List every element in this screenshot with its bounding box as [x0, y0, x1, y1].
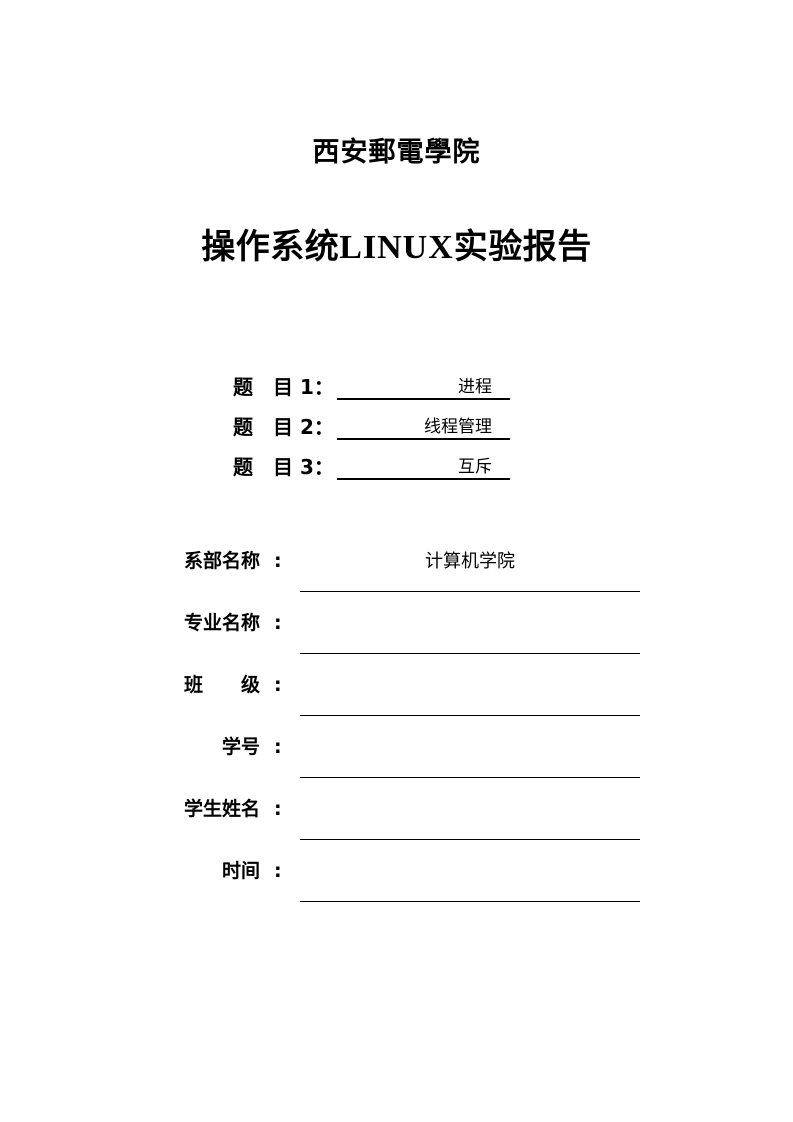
info-row-date: 时间 :	[0, 855, 793, 917]
info-colon-student-id: :	[274, 736, 282, 758]
info-colon-major: :	[274, 612, 282, 634]
info-rule-major	[300, 653, 640, 654]
info-row-department: 系部名称 : 计算机学院	[0, 545, 793, 607]
topic-row: 题 目 2： 线程管理	[0, 412, 793, 452]
topic-value-1[interactable]: 进程	[337, 374, 510, 400]
info-row-class: 班 级 :	[0, 669, 793, 731]
topic-row: 题 目 3： 互斥	[0, 452, 793, 492]
info-row-major: 专业名称 :	[0, 607, 793, 669]
info-rule-class	[300, 715, 640, 716]
info-rule-date	[300, 901, 640, 902]
info-colon-student-name: :	[274, 798, 282, 820]
report-title-heading: 操作系统LINUX实验报告	[0, 225, 793, 270]
topic-label-3: 题 目 3：	[233, 455, 334, 479]
topic-value-2[interactable]: 线程管理	[337, 414, 510, 440]
report-title-latin: LINUX	[339, 229, 454, 266]
info-label-student-id: 学号	[221, 736, 260, 758]
report-title-suffix: 实验报告	[453, 227, 592, 267]
info-colon-department: :	[274, 550, 282, 572]
info-label-department: 系部名称	[183, 550, 260, 572]
info-label-student-name: 学生姓名	[183, 798, 260, 820]
info-rule-student-id	[300, 777, 640, 778]
info-label-date: 时间	[221, 860, 260, 882]
school-name-heading: 西安郵電學院	[312, 137, 481, 168]
report-title-prefix: 操作系统	[201, 227, 340, 267]
info-row-student-name: 学生姓名 :	[0, 793, 793, 855]
topic-row: 题 目 1： 进程	[0, 372, 793, 412]
topic-label-1: 题 目 1：	[233, 375, 334, 399]
info-label-major: 专业名称	[183, 612, 260, 634]
info-colon-class: :	[274, 674, 282, 696]
info-rule-student-name	[300, 839, 640, 840]
topic-value-3[interactable]: 互斥	[337, 454, 510, 480]
info-colon-date: :	[274, 860, 282, 882]
info-row-student-id: 学号 :	[0, 731, 793, 793]
info-label-class: 班 级	[183, 674, 260, 696]
topic-list: 题 目 1： 进程 题 目 2： 线程管理 题 目 3： 互斥	[0, 372, 793, 492]
info-rule-department	[300, 591, 640, 592]
info-value-department[interactable]: 计算机学院	[300, 548, 640, 574]
topic-label-2: 题 目 2：	[233, 415, 334, 439]
document-page: 西安郵電學院 操作系统LINUX实验报告 题 目 1： 进程 题 目 2： 线程…	[0, 0, 793, 1122]
info-block: 系部名称 : 计算机学院 专业名称 : 班 级 : 学号 : 学生姓名 : 时间…	[0, 545, 793, 917]
